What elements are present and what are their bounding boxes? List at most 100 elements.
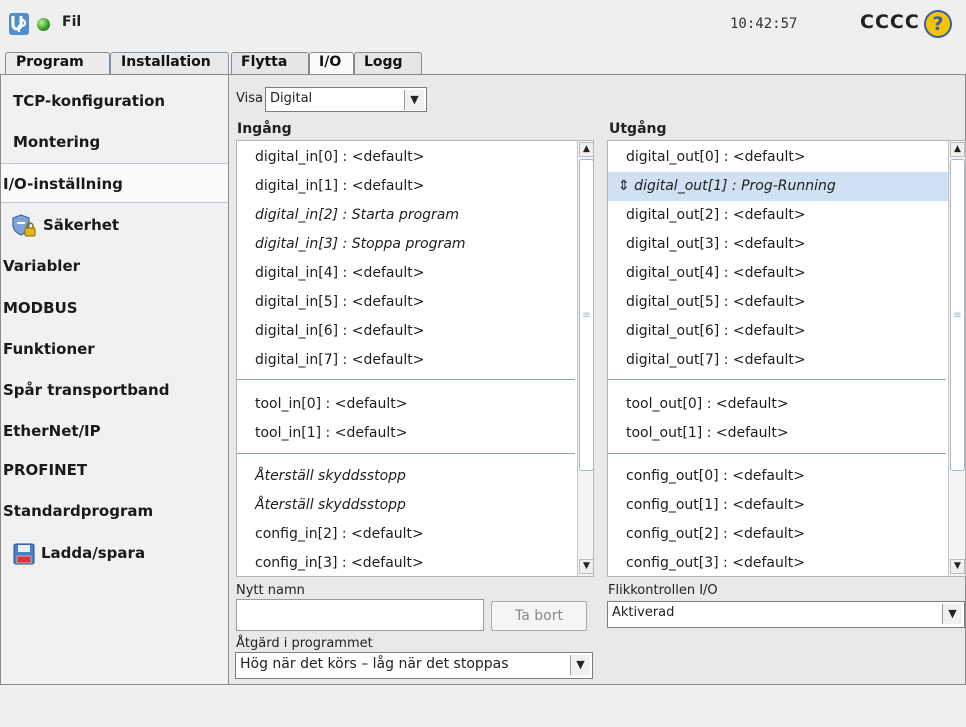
safety-shield-lock-icon (12, 213, 36, 236)
list-item[interactable]: digital_out[3] : <default> (608, 230, 948, 259)
list-item[interactable]: config_in[2] : <default> (237, 520, 577, 549)
list-item[interactable]: digital_in[3] : Stoppa program (237, 230, 577, 259)
clock: 10:42:57 (730, 16, 798, 32)
new-name-input[interactable] (236, 599, 484, 631)
list-item[interactable]: digital_out[2] : <default> (608, 201, 948, 230)
universal-robots-logo-icon (9, 13, 29, 35)
list-item[interactable]: digital_in[2] : Starta program (237, 201, 577, 230)
tab-io[interactable]: I/O (309, 52, 354, 74)
list-item[interactable]: tool_in[1] : <default> (237, 419, 577, 448)
delete-button[interactable]: Ta bort (491, 601, 587, 631)
tab-control-dropdown[interactable]: Aktiverad ▼ (607, 601, 965, 628)
list-item[interactable]: config_out[1] : <default> (608, 491, 948, 520)
sidebar-item-conveyor-tracking[interactable]: Spår transportband (1, 370, 228, 410)
scroll-down-icon[interactable]: ▼ (579, 559, 593, 574)
tab-flytta[interactable]: Flytta (231, 52, 309, 74)
action-selected-value: Hög när det körs – låg när det stoppas (240, 656, 509, 672)
tab-control-selected-value: Aktiverad (612, 605, 675, 620)
scrollbar-thumb[interactable]: ≡ (950, 159, 965, 471)
chevron-down-icon: ▼ (570, 655, 590, 675)
top-bar: Fil 10:42:57 CCCC ? (0, 0, 966, 50)
view-selected-value: Digital (270, 91, 313, 106)
sidebar-item-load-save[interactable]: Ladda/spara (1, 533, 228, 573)
sidebar-item-safety[interactable]: Säkerhet (1, 205, 228, 245)
list-item[interactable]: digital_in[1] : <default> (237, 172, 577, 201)
sidebar-item-features[interactable]: Funktioner (1, 329, 228, 369)
scrollbar-thumb[interactable]: ≡ (579, 159, 593, 471)
sidebar-item-label: EtherNet/IP (3, 422, 101, 440)
list-item[interactable]: digital_out[4] : <default> (608, 259, 948, 288)
list-item[interactable]: digital_out[7] : <default> (608, 346, 948, 375)
view-label: Visa (236, 91, 263, 106)
action-label: Åtgärd i programmet (236, 636, 373, 651)
scroll-up-icon[interactable]: ▲ (950, 142, 965, 157)
sidebar-item-label: Montering (13, 133, 101, 151)
sidebar-item-label: I/O-inställning (3, 175, 123, 193)
list-item[interactable]: digital_out[6] : <default> (608, 317, 948, 346)
sidebar-item-label: Ladda/spara (41, 544, 146, 562)
output-list-header: Utgång (609, 121, 667, 137)
robot-status-icon[interactable] (37, 18, 50, 31)
list-item[interactable]: digital_in[6] : <default> (237, 317, 577, 346)
tab-bar: Program Installation Flytta I/O Logg (0, 50, 966, 74)
list-separator (237, 453, 575, 454)
sidebar-item-modbus[interactable]: MODBUS (1, 288, 228, 328)
list-item[interactable]: config_out[0] : <default> (608, 462, 948, 491)
list-item[interactable]: digital_in[0] : <default> (237, 143, 577, 172)
list-item[interactable]: tool_out[1] : <default> (608, 419, 948, 448)
sidebar-item-variables[interactable]: Variabler (1, 246, 228, 286)
tab-logg[interactable]: Logg (354, 52, 422, 74)
sidebar-item-profinet[interactable]: PROFINET (1, 450, 228, 490)
list-item[interactable]: config_in[3] : <default> (237, 549, 577, 576)
list-item[interactable]: digital_out[5] : <default> (608, 288, 948, 317)
sidebar-item-tcp-configuration[interactable]: TCP-konfiguration (1, 81, 228, 121)
chevron-down-icon: ▼ (404, 90, 424, 110)
input-list[interactable]: digital_in[0] : <default> digital_in[1] … (236, 140, 594, 577)
tab-program[interactable]: Program (5, 52, 110, 74)
list-item[interactable]: config_out[3] : <default> (608, 549, 948, 576)
list-item[interactable]: Återställ skyddsstopp (237, 462, 577, 491)
output-list-scrollbar[interactable]: ▲ ≡ ▼ (948, 141, 965, 576)
installation-sidebar: TCP-konfiguration Montering I/O-inställn… (0, 74, 229, 685)
list-item[interactable]: digital_out[0] : <default> (608, 143, 948, 172)
bottom-bar (0, 685, 966, 727)
help-icon[interactable]: ? (924, 10, 952, 38)
list-item[interactable]: Återställ skyddsstopp (237, 491, 577, 520)
sidebar-item-label: Standardprogram (3, 502, 154, 520)
list-separator (608, 379, 946, 380)
sidebar-item-label: PROFINET (3, 461, 88, 479)
sidebar-item-label: Säkerhet (43, 216, 120, 234)
io-setup-panel: Visa Digital ▼ Ingång Utgång digital_in[… (229, 74, 966, 685)
list-item[interactable]: digital_in[5] : <default> (237, 288, 577, 317)
tab-installation[interactable]: Installation (110, 52, 229, 74)
sidebar-item-ethernet-ip[interactable]: EtherNet/IP (1, 411, 228, 451)
scroll-up-icon[interactable]: ▲ (579, 142, 593, 157)
view-dropdown[interactable]: Digital ▼ (265, 87, 427, 112)
chevron-down-icon: ▼ (942, 604, 962, 624)
robot-name: CCCC (860, 11, 920, 33)
list-item[interactable]: tool_in[0] : <default> (237, 390, 577, 419)
list-item[interactable]: digital_in[4] : <default> (237, 259, 577, 288)
list-item[interactable]: tool_out[0] : <default> (608, 390, 948, 419)
sidebar-item-label: Spår transportband (3, 381, 170, 399)
scroll-down-icon[interactable]: ▼ (950, 559, 965, 574)
list-separator (237, 379, 575, 380)
sidebar-item-label: Variabler (3, 257, 81, 275)
floppy-disk-icon (13, 543, 35, 564)
sidebar-item-default-program[interactable]: Standardprogram (1, 491, 228, 531)
sidebar-item-label: Funktioner (3, 340, 95, 358)
input-list-header: Ingång (237, 121, 292, 137)
list-item[interactable]: digital_in[7] : <default> (237, 346, 577, 375)
sidebar-item-io-setup[interactable]: I/O-inställning (1, 163, 228, 203)
sidebar-item-mounting[interactable]: Montering (1, 122, 228, 162)
tab-control-label: Flikkontrollen I/O (608, 583, 718, 598)
list-item-selected[interactable]: ⇕ digital_out[1] : Prog-Running (608, 172, 948, 201)
input-list-scrollbar[interactable]: ▲ ≡ ▼ (577, 141, 593, 576)
list-separator (608, 453, 946, 454)
output-list[interactable]: digital_out[0] : <default> ⇕ digital_out… (607, 140, 966, 577)
list-item[interactable]: config_out[2] : <default> (608, 520, 948, 549)
new-name-label: Nytt namn (236, 583, 305, 598)
file-menu[interactable]: Fil (62, 14, 81, 30)
sidebar-item-label: TCP-konfiguration (13, 92, 166, 110)
action-dropdown[interactable]: Hög när det körs – låg när det stoppas ▼ (235, 652, 593, 679)
